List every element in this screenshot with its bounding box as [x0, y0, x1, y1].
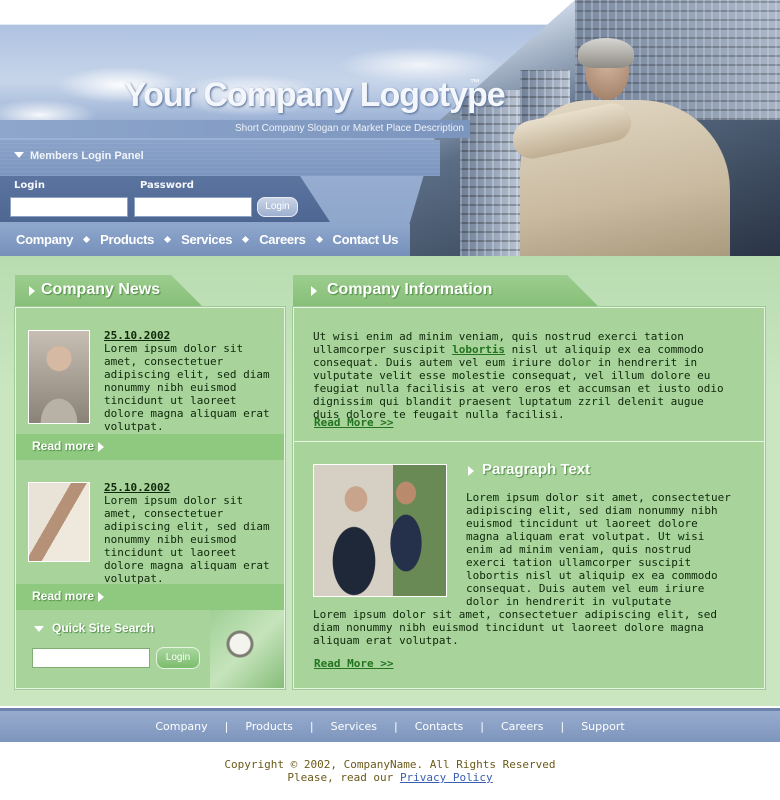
- nav-label[interactable]: Careers: [259, 232, 306, 247]
- password-label: Password: [140, 180, 194, 191]
- read-more-link[interactable]: Read More >>: [314, 657, 393, 670]
- search-button[interactable]: Login: [156, 647, 200, 669]
- footer-link-contacts[interactable]: Contacts: [415, 720, 464, 733]
- separator: |: [309, 720, 314, 733]
- info-paragraph: Ut wisi enim ad minim veniam, quis nostr…: [313, 330, 733, 421]
- woman-hair: [578, 38, 634, 68]
- privacy-policy-link[interactable]: Privacy Policy: [400, 771, 493, 784]
- arrow-right-icon: [98, 442, 104, 452]
- news-date[interactable]: 25.10.2002: [104, 329, 170, 342]
- copyright-block: Copyright © 2002, CompanyName. All Right…: [0, 758, 780, 784]
- nav-label[interactable]: Products: [100, 232, 154, 247]
- content-area: Company News 25.10.2002 Lorem ipsum dolo…: [0, 256, 780, 706]
- header: Your Company Logotype ™ Short Company Sl…: [0, 0, 780, 256]
- lobortis-link[interactable]: lobortis: [452, 343, 505, 356]
- company-info-title: Company Information: [327, 281, 493, 298]
- nav-item-contact-us[interactable]: Contact Us: [333, 232, 399, 247]
- footer-link-products[interactable]: Products: [245, 720, 293, 733]
- separator: |: [560, 720, 565, 733]
- company-news-panel: 25.10.2002 Lorem ipsum dolor sit amet, c…: [15, 307, 285, 689]
- read-more-bar[interactable]: Read more: [16, 584, 284, 610]
- company-news-title: Company News: [41, 281, 161, 298]
- diamond-icon: [315, 235, 323, 244]
- read-more-link[interactable]: Read More >>: [314, 416, 393, 429]
- company-info-header: Company Information: [293, 275, 599, 307]
- news-item: 25.10.2002 Lorem ipsum dolor sit amet, c…: [16, 460, 284, 585]
- footer-nav: Company | Products | Services | Contacts…: [0, 708, 780, 742]
- arrow-right-icon: [468, 466, 474, 476]
- search-input[interactable]: [32, 648, 150, 668]
- paragraph-title: Paragraph Text: [482, 461, 591, 478]
- news-item: 25.10.2002 Lorem ipsum dolor sit amet, c…: [16, 308, 284, 434]
- company-slogan: Short Company Slogan or Market Place Des…: [235, 123, 464, 134]
- read-more-link[interactable]: Read more: [32, 439, 94, 453]
- quick-search-panel: Quick Site Search Login: [16, 610, 284, 688]
- nav-item-products[interactable]: Products: [100, 232, 181, 247]
- copyright-text: Copyright © 2002, CompanyName. All Right…: [224, 758, 556, 771]
- news-photo-woman: [28, 330, 90, 424]
- footer-link-careers[interactable]: Careers: [501, 720, 544, 733]
- main-nav: Company Products Services Careers Contac…: [0, 224, 410, 256]
- separator: |: [394, 720, 398, 733]
- nav-label[interactable]: Contact Us: [333, 232, 399, 247]
- paragraph-text-2: Lorem ipsum dolor sit amet, consectetuer…: [313, 608, 717, 647]
- privacy-line: Please, read our Privacy Policy: [0, 771, 780, 784]
- nav-label[interactable]: Services: [181, 232, 232, 247]
- business-meeting-photo: [313, 464, 447, 597]
- footer-link-company[interactable]: Company: [155, 720, 207, 733]
- login-label: Login: [14, 180, 45, 191]
- footer-link-support[interactable]: Support: [581, 720, 624, 733]
- arrow-right-icon: [29, 286, 35, 296]
- separator: |: [480, 720, 484, 733]
- footer-link-services[interactable]: Services: [331, 720, 377, 733]
- nav-label[interactable]: Company: [16, 232, 73, 247]
- news-date[interactable]: 25.10.2002: [104, 481, 170, 494]
- privacy-prefix: Please, read our: [287, 771, 400, 784]
- login-input[interactable]: [10, 197, 128, 217]
- read-more-link[interactable]: Read more: [32, 589, 94, 603]
- diamond-icon: [83, 235, 91, 244]
- separator: |: [224, 720, 229, 733]
- arrow-right-icon: [311, 286, 317, 296]
- read-more-bar[interactable]: Read more: [16, 434, 284, 460]
- news-text: Lorem ipsum dolor sit amet, consectetuer…: [104, 494, 270, 585]
- trademark-symbol: ™: [470, 78, 480, 89]
- diamond-icon: [242, 235, 250, 244]
- triangle-down-icon: [34, 626, 44, 632]
- nav-item-services[interactable]: Services: [181, 232, 259, 247]
- news-photo-writing: [28, 482, 90, 562]
- news-text: Lorem ipsum dolor sit amet, consectetuer…: [104, 342, 270, 433]
- members-login-panel-label: Members Login Panel: [14, 150, 144, 162]
- login-button[interactable]: Login: [257, 197, 298, 217]
- divider: [294, 441, 764, 442]
- members-panel-text: Members Login Panel: [30, 150, 144, 162]
- quick-search-title: Quick Site Search: [52, 621, 155, 635]
- diamond-icon: [164, 235, 172, 244]
- paragraph-text: Lorem ipsum dolor sit amet, consectetuer…: [466, 491, 731, 608]
- watch-image: [210, 610, 284, 688]
- company-info-panel: Ut wisi enim ad minim veniam, quis nostr…: [293, 307, 765, 689]
- nav-item-company[interactable]: Company: [16, 232, 100, 247]
- triangle-down-icon: [14, 152, 24, 158]
- company-logo[interactable]: Your Company Logotype: [124, 76, 506, 115]
- arrow-right-icon: [98, 592, 104, 602]
- company-news-header: Company News: [15, 275, 203, 307]
- nav-item-careers[interactable]: Careers: [259, 232, 332, 247]
- password-input[interactable]: [134, 197, 252, 217]
